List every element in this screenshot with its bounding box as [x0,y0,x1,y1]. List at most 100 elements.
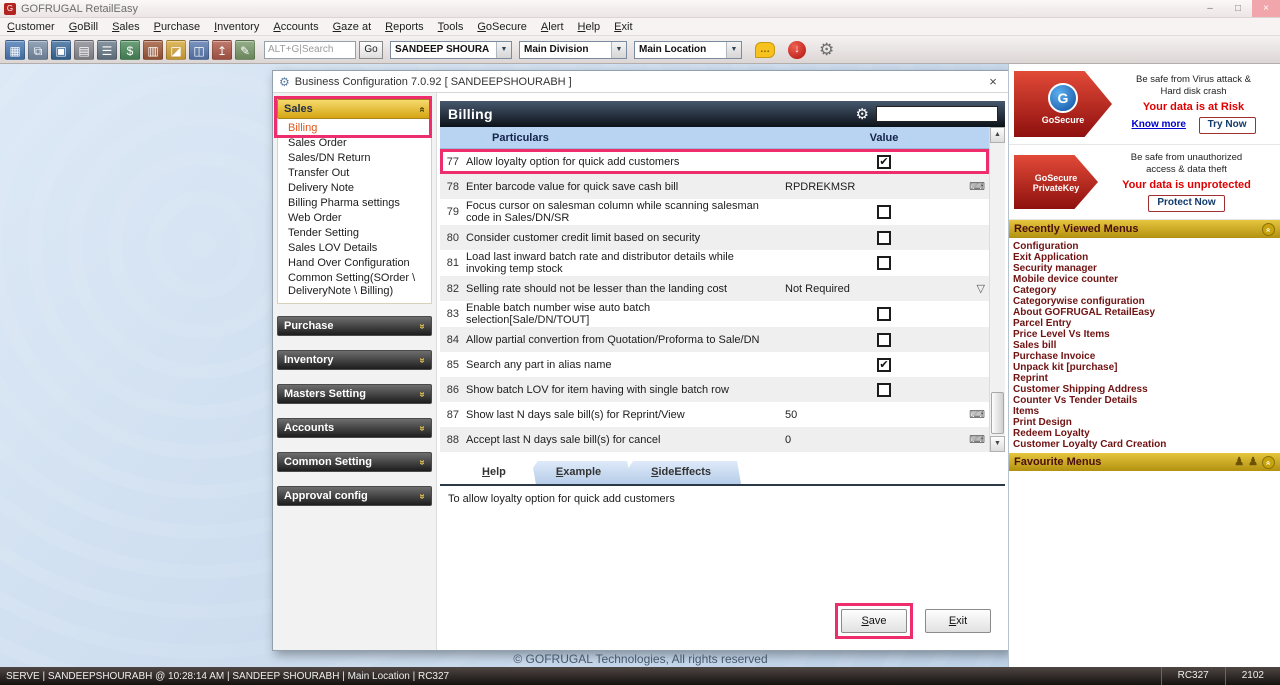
value-text[interactable]: RPDREKMSR [779,181,855,193]
collapse-chevron-icon[interactable]: « [1262,223,1275,236]
search-input[interactable] [264,41,356,59]
value-checkbox[interactable] [877,256,891,270]
scrollbar-thumb[interactable] [991,392,1004,434]
value-text[interactable]: 50 [779,409,797,421]
accordion-sales[interactable]: Sales « [277,99,432,119]
recent-menu-reprint[interactable]: Reprint [1013,373,1280,384]
user-dropdown[interactable]: SANDEEP SHOURA ▼ [390,41,512,59]
recent-menu-price-level-vs-items[interactable]: Price Level Vs Items [1013,329,1280,340]
printer-icon[interactable]: ☰ [97,40,117,60]
menu-sales[interactable]: Sales [105,21,147,33]
menu-help[interactable]: Help [571,21,608,33]
scrollbar-track[interactable] [990,143,1005,436]
recent-menu-purchase-invoice[interactable]: Purchase Invoice [1013,351,1280,362]
value-checkbox[interactable]: ✔ [877,155,891,169]
section-gear-icon[interactable]: ⚙ [856,105,869,123]
close-icon[interactable]: × [1252,0,1280,17]
recent-menu-items[interactable]: Items [1013,406,1280,417]
accordion-purchase[interactable]: Purchase« [277,316,432,336]
dialog-close-icon[interactable]: × [984,74,1002,89]
update-download-icon[interactable]: ↓ [788,41,806,59]
menu-customer[interactable]: Customer [0,21,62,33]
protect-now-button[interactable]: Protect Now [1148,195,1224,212]
touch-pos-icon[interactable]: ▣ [51,40,71,60]
recent-menu-category[interactable]: Category [1013,285,1280,296]
exit-icon[interactable]: ↥ [212,40,232,60]
location-dropdown[interactable]: Main Location ▼ [634,41,742,59]
sidebar-item-tender-setting[interactable]: Tender Setting [278,226,431,241]
config-search-input[interactable] [876,106,998,122]
sales-chart-icon[interactable]: ◫ [189,40,209,60]
chat-icon[interactable]: … [755,42,775,58]
accordion-masters-setting[interactable]: Masters Setting« [277,384,432,404]
value-text[interactable]: 0 [779,434,791,446]
tab-example[interactable]: Example [522,461,631,484]
recent-menu-customer-loyalty-card-creation[interactable]: Customer Loyalty Card Creation [1013,439,1280,450]
recent-menu-redeem-loyalty[interactable]: Redeem Loyalty [1013,428,1280,439]
accordion-common-setting[interactable]: Common Setting« [277,452,432,472]
menu-gosecure[interactable]: GoSecure [470,21,534,33]
value-checkbox[interactable] [877,307,891,321]
value-text[interactable]: Not Required [779,283,850,295]
try-now-button[interactable]: Try Now [1199,117,1256,134]
recent-menu-mobile-device-counter[interactable]: Mobile device counter [1013,274,1280,285]
know-more-link[interactable]: Know more [1132,119,1186,130]
sidebar-item-billing[interactable]: Billing [278,121,431,136]
currency-icon[interactable]: $ [120,40,140,60]
recent-menu-security-manager[interactable]: Security manager [1013,263,1280,274]
sidebar-item-sales-order[interactable]: Sales Order [278,136,431,151]
folder-icon[interactable]: ◪ [166,40,186,60]
menu-exit[interactable]: Exit [607,21,639,33]
collapse-chevron-icon[interactable]: « [1262,456,1275,469]
edit-icon[interactable]: ⌨ [969,180,985,193]
sidebar-item-billing-pharma-settings[interactable]: Billing Pharma settings [278,196,431,211]
tab-sideeffects[interactable]: SideEffects [617,461,741,484]
recent-menu-counter-vs-tender-details[interactable]: Counter Vs Tender Details [1013,395,1280,406]
menu-reports[interactable]: Reports [378,21,431,33]
recent-menu-configuration[interactable]: Configuration [1013,241,1280,252]
table-scrollbar[interactable]: ▲ ▼ [989,127,1005,452]
save-button[interactable]: Save [841,609,907,633]
menu-inventory[interactable]: Inventory [207,21,266,33]
accordion-accounts[interactable]: Accounts« [277,418,432,438]
sidebar-item-sales-dn-return[interactable]: Sales/DN Return [278,151,431,166]
recent-menu-customer-shipping-address[interactable]: Customer Shipping Address [1013,384,1280,395]
dropdown-icon[interactable]: ▽ [977,282,985,295]
tab-help[interactable]: Help [448,461,536,484]
recent-menu-unpack-kit-purchase[interactable]: Unpack kit [purchase] [1013,362,1280,373]
scroll-up-icon[interactable]: ▲ [990,127,1005,143]
sidebar-item-transfer-out[interactable]: Transfer Out [278,166,431,181]
sidebar-item-web-order[interactable]: Web Order [278,211,431,226]
edit-icon[interactable]: ⌨ [969,408,985,421]
recent-menu-print-design[interactable]: Print Design [1013,417,1280,428]
menu-accounts[interactable]: Accounts [266,21,325,33]
menu-tools[interactable]: Tools [431,21,471,33]
sidebar-item-hand-over-configuration[interactable]: Hand Over Configuration [278,256,431,271]
sales-bill-icon[interactable]: ▦ [5,40,25,60]
exit-button[interactable]: Exit [925,609,991,633]
maximize-icon[interactable]: □ [1224,0,1252,17]
recent-menu-sales-bill[interactable]: Sales bill [1013,340,1280,351]
sidebar-item-common-setting-sorder-deliverynote-billing[interactable]: Common Setting(SOrder \ DeliveryNote \ B… [278,271,431,299]
value-checkbox[interactable] [877,205,891,219]
menu-gaze-at[interactable]: Gaze at [326,21,379,33]
minimize-icon[interactable]: – [1196,0,1224,17]
recent-menu-parcel-entry[interactable]: Parcel Entry [1013,318,1280,329]
menu-alert[interactable]: Alert [534,21,571,33]
recent-menu-categorywise-configuration[interactable]: Categorywise configuration [1013,296,1280,307]
settings-gear-icon[interactable]: ⚙ [819,40,834,60]
sidebar-item-delivery-note[interactable]: Delivery Note [278,181,431,196]
value-checkbox[interactable] [877,383,891,397]
cash-register-icon[interactable]: ▤ [74,40,94,60]
bill-copy-icon[interactable]: ⧉ [28,40,48,60]
accordion-approval-config[interactable]: Approval config« [277,486,432,506]
value-checkbox[interactable] [877,333,891,347]
go-button[interactable]: Go [359,41,383,59]
day-book-icon[interactable]: ▥ [143,40,163,60]
favourite-user-icon[interactable]: ♟ [1248,456,1258,469]
favourite-user-icon[interactable]: ♟ [1234,456,1244,469]
value-checkbox[interactable] [877,231,891,245]
edit-icon[interactable]: ⌨ [969,433,985,446]
accordion-inventory[interactable]: Inventory« [277,350,432,370]
value-checkbox[interactable]: ✔ [877,358,891,372]
